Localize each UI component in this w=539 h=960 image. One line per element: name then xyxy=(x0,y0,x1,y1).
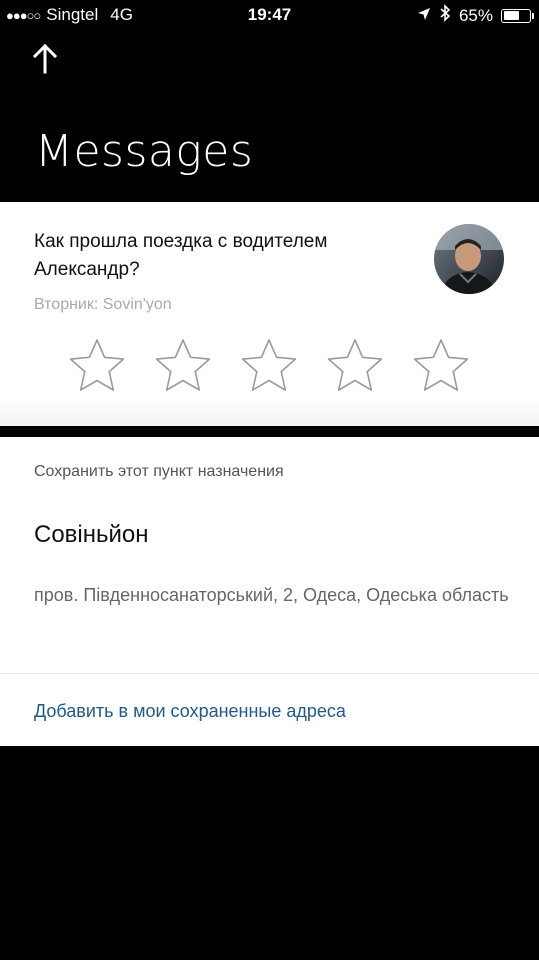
place-address: пров. Південносанаторський, 2, Одеса, Од… xyxy=(34,585,509,605)
star-icon[interactable] xyxy=(239,336,299,396)
add-to-saved-addresses-link[interactable]: Добавить в мои сохраненные адреса xyxy=(34,701,346,722)
divider xyxy=(0,673,539,674)
rating-question: Как прошла поездка с водителем Александр… xyxy=(34,231,328,280)
star-icon[interactable] xyxy=(325,336,385,396)
page-title: Messages xyxy=(35,126,254,177)
driver-avatar xyxy=(434,224,504,294)
back-arrow-icon[interactable] xyxy=(30,42,60,76)
trip-meta: Вторник: Sovin'yon xyxy=(34,296,172,313)
rating-card: Как прошла поездка с водителем Александр… xyxy=(0,202,539,426)
star-icon[interactable] xyxy=(67,336,127,396)
star-icon[interactable] xyxy=(411,336,471,396)
card-fade xyxy=(0,396,539,426)
battery-fill xyxy=(503,11,520,20)
battery-percent: 65% xyxy=(458,5,493,25)
star-rating xyxy=(67,336,497,396)
star-icon[interactable] xyxy=(153,336,213,396)
battery-icon xyxy=(501,8,534,23)
save-destination-label: Сохранить этот пункт назначения xyxy=(34,463,284,480)
status-bar: ●●●○○ Singtel 4G 19:47 65% xyxy=(0,0,539,30)
place-name: Совіньйон xyxy=(34,521,149,548)
location-arrow-icon xyxy=(417,6,431,26)
bluetooth-icon xyxy=(439,4,451,27)
status-right: 65% xyxy=(409,4,534,27)
save-destination-card: Сохранить этот пункт назначения Совіньйо… xyxy=(0,437,539,746)
